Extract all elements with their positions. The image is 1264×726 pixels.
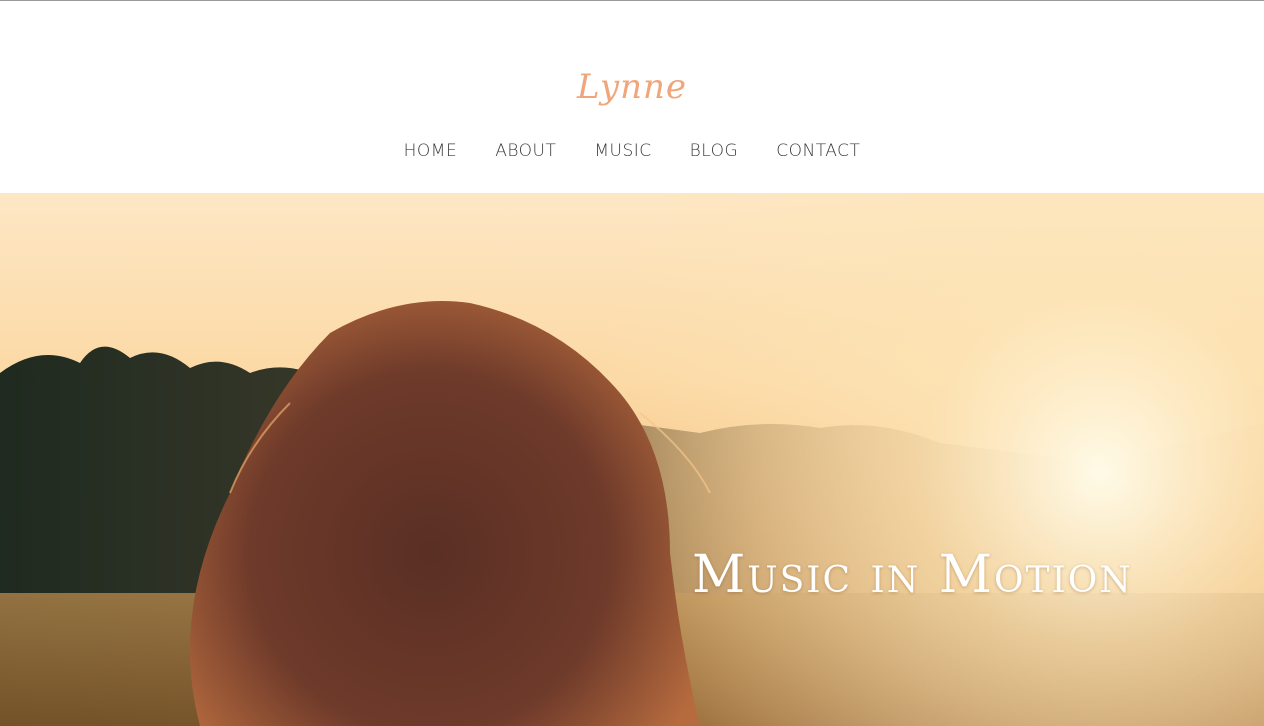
nav-music[interactable]: MUSIC	[594, 141, 651, 161]
nav-home[interactable]: HOME	[404, 141, 458, 161]
nav-about[interactable]: ABOUT	[495, 141, 556, 161]
site-logo[interactable]: Lynne	[0, 67, 1264, 107]
nav-blog[interactable]: BLOG	[690, 141, 739, 161]
hero-title: Music in Motion	[692, 545, 1133, 605]
main-nav: HOME ABOUT MUSIC BLOG CONTACT	[0, 141, 1264, 161]
nav-contact[interactable]: CONTACT	[776, 141, 860, 161]
hero-photo	[0, 193, 1264, 726]
hero-banner: Music in Motion	[0, 193, 1264, 726]
site-header: Lynne HOME ABOUT MUSIC BLOG CONTACT	[0, 1, 1264, 193]
